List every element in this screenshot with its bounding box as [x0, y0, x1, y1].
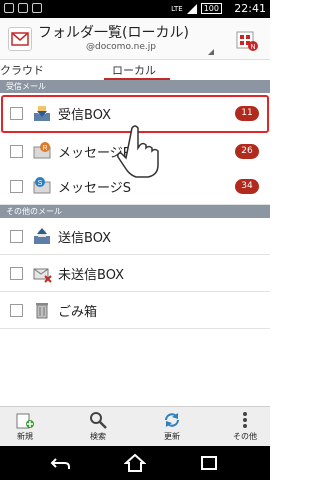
- svg-text:R: R: [42, 145, 47, 152]
- status-indicators: LTE 100: [171, 3, 222, 14]
- more-vert-icon: [243, 412, 247, 428]
- unsent-mail-icon: [32, 263, 52, 283]
- status-notification-icons: [4, 3, 42, 13]
- folder-label: 送信BOX: [58, 231, 111, 246]
- tab-cloud[interactable]: クラウド: [0, 62, 44, 78]
- tab-local[interactable]: ローカル: [112, 62, 156, 78]
- folder-tabs: クラウド ローカル: [0, 60, 270, 80]
- notification-n-icon[interactable]: N: [234, 26, 258, 52]
- folder-row-unsent[interactable]: 未送信BOX: [0, 255, 270, 292]
- checkbox[interactable]: [10, 267, 23, 280]
- app-header: フォルダ一覧(ローカル) @docomo.ne.jp N: [0, 18, 270, 60]
- recent-apps-icon[interactable]: [198, 453, 220, 473]
- message-s-icon: S: [32, 176, 52, 196]
- notification-icon: [32, 3, 42, 13]
- home-icon[interactable]: [123, 453, 147, 473]
- signal-icon: [186, 3, 197, 14]
- system-nav-bar: [0, 446, 270, 480]
- svg-text:S: S: [38, 180, 43, 187]
- trash-icon: [32, 300, 52, 320]
- checkbox[interactable]: [10, 145, 23, 158]
- notification-icon: [18, 3, 28, 13]
- status-time: 22:41: [234, 2, 266, 15]
- refresh-button[interactable]: 更新: [147, 407, 197, 447]
- bottom-toolbar: 新規 検索 更新 その他: [0, 406, 270, 446]
- battery-level: 100: [200, 3, 222, 14]
- message-r-icon: R: [32, 141, 52, 161]
- checkbox[interactable]: [10, 304, 23, 317]
- more-button[interactable]: その他: [220, 407, 270, 447]
- more-label: その他: [233, 432, 257, 441]
- mail-app-icon[interactable]: [8, 27, 32, 51]
- back-icon[interactable]: [50, 453, 72, 473]
- account-dropdown-icon[interactable]: [208, 49, 214, 55]
- checkbox[interactable]: [10, 180, 23, 193]
- notification-icon: [4, 3, 14, 13]
- folder-label: メッセージS: [58, 181, 131, 196]
- unread-count-badge: 26: [235, 144, 259, 159]
- page-title: フォルダ一覧(ローカル): [38, 25, 189, 41]
- new-label: 新規: [17, 432, 33, 441]
- status-bar: LTE 100 22:41: [0, 0, 270, 18]
- checkbox[interactable]: [10, 230, 23, 243]
- section-header-received: 受信メール: [0, 80, 270, 93]
- account-address[interactable]: @docomo.ne.jp: [86, 42, 156, 52]
- unread-count-badge: 34: [235, 179, 259, 194]
- tap-hand-icon: [114, 122, 164, 178]
- folder-row-sent[interactable]: 送信BOX: [0, 218, 270, 255]
- refresh-label: 更新: [164, 432, 180, 441]
- new-mail-icon: [16, 413, 34, 429]
- search-icon: [90, 412, 107, 429]
- folder-label: ごみ箱: [58, 305, 98, 320]
- section-header-other: その他のメール: [0, 205, 270, 218]
- new-button[interactable]: 新規: [0, 407, 50, 447]
- folder-label: 未送信BOX: [58, 268, 124, 283]
- folder-row-trash[interactable]: ごみ箱: [0, 292, 270, 329]
- network-label: LTE: [171, 4, 183, 13]
- outbox-tray-icon: [32, 226, 52, 246]
- search-label: 検索: [90, 432, 106, 441]
- svg-text:N: N: [250, 44, 255, 51]
- search-button[interactable]: 検索: [73, 407, 123, 447]
- refresh-icon: [165, 413, 179, 427]
